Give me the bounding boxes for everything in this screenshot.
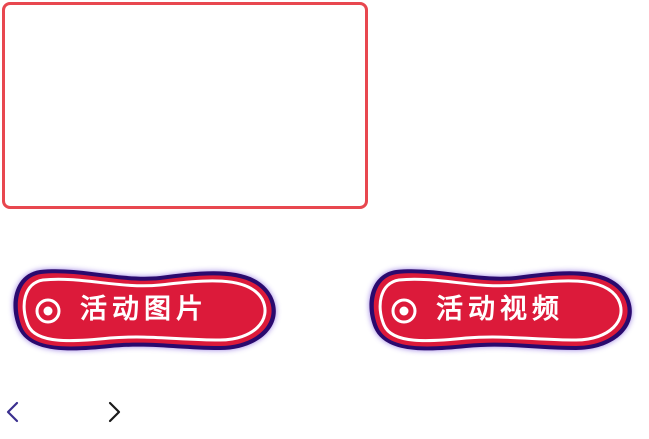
- activity-photos-button[interactable]: 活动图片: [10, 258, 282, 358]
- activity-videos-button[interactable]: 活动视频: [366, 258, 638, 358]
- chevron-right-icon: [108, 401, 121, 423]
- target-icon: [35, 298, 61, 324]
- activity-videos-label: 活动视频: [436, 294, 564, 325]
- chevron-left-icon: [6, 401, 19, 423]
- activity-photos-label: 活动图片: [80, 294, 208, 325]
- prev-button[interactable]: [2, 398, 22, 426]
- next-button[interactable]: [104, 398, 124, 426]
- target-icon: [391, 298, 417, 324]
- media-frame: [2, 2, 368, 209]
